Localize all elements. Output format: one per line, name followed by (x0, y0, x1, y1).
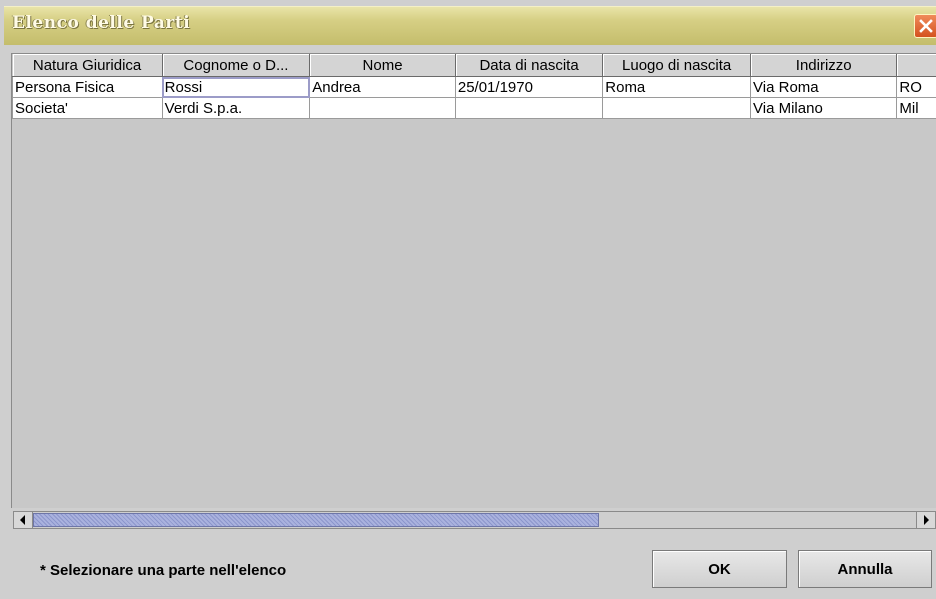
table-cell[interactable] (309, 97, 456, 119)
cancel-button[interactable]: Annulla (798, 550, 932, 588)
table-cell[interactable]: Verdi S.p.a. (161, 97, 311, 119)
table-row[interactable]: Persona Fisica Rossi Andrea 25/01/1970 R… (12, 76, 936, 98)
table-cell[interactable]: Roma (602, 76, 752, 98)
selection-hint: * Selezionare una parte nell'elenco (40, 562, 287, 579)
title-bar[interactable]: Elenco delle Parti (4, 6, 936, 45)
table-cell[interactable] (454, 97, 604, 119)
table-cell-focused[interactable]: Rossi (161, 76, 311, 98)
arrow-right-icon (924, 515, 929, 525)
table-cell[interactable]: Via Milano (750, 97, 898, 119)
table-cell[interactable]: Andrea (309, 76, 456, 98)
column-header-indirizzo[interactable]: Indirizzo (750, 54, 898, 77)
table-cell[interactable] (602, 97, 752, 119)
column-header-nome[interactable]: Nome (309, 54, 456, 77)
parties-table[interactable]: Natura Giuridica Cognome o D... Nome Dat… (11, 53, 936, 508)
table-cell[interactable]: RO (896, 76, 936, 98)
table-cell[interactable]: 25/01/1970 (454, 76, 604, 98)
ok-button[interactable]: OK (652, 550, 787, 588)
table-cell[interactable]: Via Roma (750, 76, 898, 98)
table-cell[interactable]: Mil (896, 97, 936, 119)
window-title: Elenco delle Parti (12, 13, 191, 33)
column-header-natura-giuridica[interactable]: Natura Giuridica (12, 54, 163, 77)
column-header-extra[interactable] (896, 54, 936, 77)
arrow-left-icon (20, 515, 25, 525)
column-header-cognome[interactable]: Cognome o D... (162, 54, 311, 77)
scroll-right-button[interactable] (916, 512, 935, 528)
table-cell[interactable]: Persona Fisica (12, 76, 163, 98)
close-button[interactable] (914, 14, 936, 38)
close-icon (919, 19, 933, 33)
table-header-row: Natura Giuridica Cognome o D... Nome Dat… (12, 54, 936, 77)
column-header-data-nascita[interactable]: Data di nascita (455, 54, 604, 77)
dialog-window: Elenco delle Parti Natura Giuridica Cogn… (0, 0, 936, 599)
table-cell[interactable]: Societa' (12, 97, 163, 119)
column-header-luogo-nascita[interactable]: Luogo di nascita (602, 54, 752, 77)
scroll-thumb[interactable] (33, 513, 599, 527)
scroll-left-button[interactable] (14, 512, 33, 528)
table-row[interactable]: Societa' Verdi S.p.a. Via Milano Mil (12, 97, 936, 119)
horizontal-scrollbar[interactable] (13, 511, 936, 529)
